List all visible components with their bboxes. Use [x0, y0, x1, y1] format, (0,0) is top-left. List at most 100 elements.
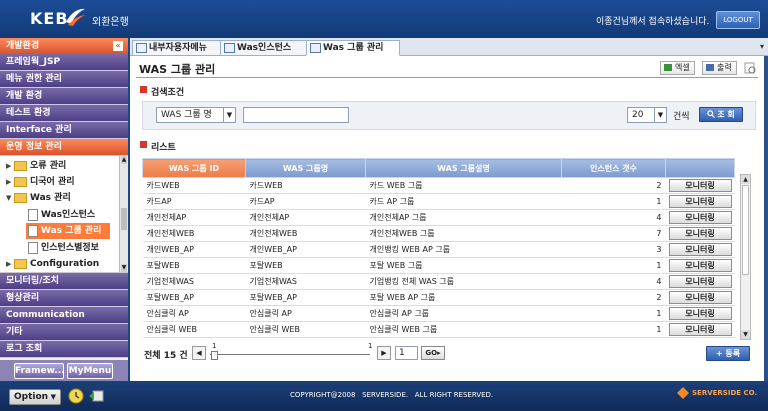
page-slider-track[interactable] [210, 354, 370, 355]
tree-scrollbar[interactable]: ▲ ▼ [119, 156, 128, 272]
page-number-input[interactable]: 1 [395, 346, 418, 360]
table-row[interactable]: 카드AP 카드AP 카드 AP 그룹 1 모니터링 [142, 193, 735, 210]
chevron-down-icon[interactable]: ▼ [51, 390, 56, 404]
tree-item-was-instance[interactable]: Was인스턴스 [28, 207, 95, 223]
search-input[interactable] [243, 107, 349, 123]
cell-instance-count: 2 [561, 289, 666, 306]
framework-button[interactable]: Framew... [14, 363, 65, 379]
monitoring-button[interactable]: 모니터링 [668, 275, 732, 288]
cell-action: 모니터링 [665, 273, 735, 290]
cell-instance-count: 4 [561, 209, 666, 226]
tree-item-error[interactable]: ▶ 오류 관리 [6, 158, 66, 174]
tree-item-configuration[interactable]: ▶ Configuration [6, 256, 99, 272]
tab-was-instance[interactable]: Was인스턴스 [220, 40, 308, 56]
cell-instance-count: 1 [561, 257, 666, 274]
scroll-down-icon[interactable]: ▼ [741, 330, 750, 339]
file-icon [28, 241, 38, 254]
file-icon [28, 224, 38, 237]
table-row[interactable]: 안심클릭 WEB 안심클릭 WEB 안심클릭 WEB 그룹 1 모니터링 [142, 321, 735, 338]
table-row[interactable]: 안심클릭 AP 안심클릭 AP 안심클릭 AP 그룹 1 모니터링 [142, 305, 735, 322]
table-row[interactable]: 개인전체AP 개인전체AP 개인전체AP 그룹 4 모니터링 [142, 209, 735, 226]
table-row[interactable]: 카드WEB 카드WEB 카드 WEB 그룹 2 모니터링 [142, 177, 735, 194]
menu-monitoring[interactable]: 모니터링/조치 [0, 273, 128, 290]
expand-icon[interactable]: ▶ [6, 174, 14, 190]
collapse-tree-icon[interactable]: ▼ [6, 190, 14, 206]
cell-group-id: 안심클릭 AP [142, 305, 246, 322]
back-arrow-icon[interactable] [88, 388, 104, 404]
monitoring-button[interactable]: 모니터링 [668, 211, 732, 224]
search-button[interactable]: 조 회 [699, 107, 743, 122]
scroll-down-icon[interactable]: ▼ [121, 264, 127, 272]
cell-instance-count: 3 [561, 241, 666, 258]
print-button[interactable]: 출력 [702, 61, 737, 75]
sidebar-button-bar: Framew... MyMenu [0, 360, 128, 381]
menu-ops-info[interactable]: 운영 정보 관리 [0, 139, 128, 156]
logout-button[interactable]: LOGOUT [716, 11, 760, 29]
menu-permission[interactable]: 메뉴 권한 관리 [0, 71, 128, 88]
option-select[interactable]: Option ▼ [9, 389, 61, 405]
scroll-thumb[interactable] [742, 185, 749, 275]
col-header-group-name[interactable]: WAS 그룹명 [245, 158, 366, 178]
monitoring-button[interactable]: 모니터링 [668, 243, 732, 256]
monitoring-button[interactable]: 모니터링 [668, 307, 732, 320]
table-row[interactable]: 개인전체WEB 개인전체WEB 개인전체WEB 그룹 7 모니터링 [142, 225, 735, 242]
table-row[interactable]: 포탈WEB_AP 포탈WEB_AP 포탈 WEB AP 그룹 2 모니터링 [142, 289, 735, 306]
col-header-group-desc[interactable]: WAS 그룹설명 [365, 158, 562, 178]
page-size-select[interactable]: 20 ▼ [627, 107, 667, 123]
tab-menu-icon[interactable]: ▾ [760, 42, 764, 51]
cell-group-desc: 기업뱅킹 전체 WAS 그룹 [365, 273, 562, 290]
col-header-group-id[interactable]: WAS 그룹 ID [142, 158, 246, 178]
was-group-table: WAS 그룹 ID WAS 그룹명 WAS 그룹설명 인스턴스 갯수 카드WEB… [142, 158, 735, 338]
table-row[interactable]: 기업전체WAS 기업전체WAS 기업뱅킹 전체 WAS 그룹 4 모니터링 [142, 273, 735, 290]
window-icon [310, 43, 321, 53]
expand-icon[interactable]: ▶ [6, 256, 14, 272]
mymenu-button[interactable]: MyMenu [67, 363, 113, 379]
excel-button[interactable]: 엑셀 [660, 61, 695, 75]
monitoring-button[interactable]: 모니터링 [668, 291, 732, 304]
col-header-instance-count[interactable]: 인스턴스 갯수 [561, 158, 666, 178]
cell-group-name: 카드WEB [245, 177, 366, 194]
clock-icon[interactable] [68, 388, 84, 404]
expand-icon[interactable]: ▶ [6, 158, 14, 174]
menu-framework-jsp[interactable]: 프레임웍_JSP [0, 54, 128, 71]
menu-communication[interactable]: Communication [0, 307, 128, 324]
menu-config-mgmt[interactable]: 형상관리 [0, 290, 128, 307]
tab-internal-menu[interactable]: 내부자용자메뉴 [132, 40, 222, 56]
menu-test-env[interactable]: 테스트 환경 [0, 105, 128, 122]
tree-item-was-group[interactable]: Was 그룹 관리 [26, 223, 110, 239]
tab-was-group[interactable]: Was 그룹 관리 [306, 40, 400, 56]
cell-instance-count: 1 [561, 193, 666, 210]
monitoring-button[interactable]: 모니터링 [668, 227, 732, 240]
go-button[interactable]: GO▸ [421, 346, 445, 360]
help-icon[interactable] [744, 62, 756, 74]
menu-interface[interactable]: Interface 관리 [0, 122, 128, 139]
monitoring-button[interactable]: 모니터링 [668, 179, 732, 192]
tree-item-multilang[interactable]: ▶ 디국어 관리 [6, 174, 75, 190]
go-label: GO [425, 349, 438, 357]
table-row[interactable]: 개인WEB_AP 개인WEB_AP 개인뱅킹 WEB AP 그룹 3 모니터링 [142, 241, 735, 258]
cell-group-name: 포탈WEB [245, 257, 366, 274]
table-row[interactable]: 포탈WEB 포탈WEB 포탈 WEB 그룹 1 모니터링 [142, 257, 735, 274]
scroll-up-icon[interactable]: ▲ [741, 175, 750, 184]
scroll-thumb[interactable] [121, 208, 127, 230]
monitoring-button[interactable]: 모니터링 [668, 323, 732, 336]
prev-page-icon[interactable]: ◀ [192, 346, 206, 360]
tree-item-instance-info[interactable]: 인스턴스별정보 [28, 240, 99, 256]
next-page-icon[interactable]: ▶ [377, 346, 391, 360]
scroll-up-icon[interactable]: ▲ [121, 156, 127, 164]
chevron-down-icon[interactable]: ▼ [223, 108, 235, 122]
chevron-down-icon[interactable]: ▼ [654, 108, 666, 122]
menu-dev-env[interactable]: 개발 환경 [0, 88, 128, 105]
monitoring-button[interactable]: 모니터링 [668, 259, 732, 272]
page-slider-handle[interactable] [211, 351, 218, 360]
menu-log[interactable]: 로그 조회 [0, 341, 128, 358]
tree-item-was[interactable]: ▼ Was 관리 [6, 190, 71, 206]
tab-label: Was인스턴스 [237, 43, 292, 53]
collapse-icon[interactable]: « [113, 41, 123, 51]
table-scrollbar[interactable]: ▲ ▼ [740, 174, 751, 340]
tab-label: Was 그룹 관리 [323, 43, 384, 53]
monitoring-button[interactable]: 모니터링 [668, 195, 732, 208]
menu-etc[interactable]: 기타 [0, 324, 128, 341]
search-field-select[interactable]: WAS 그룹 명 ▼ [156, 107, 236, 123]
register-button[interactable]: + 등록 [706, 346, 750, 361]
